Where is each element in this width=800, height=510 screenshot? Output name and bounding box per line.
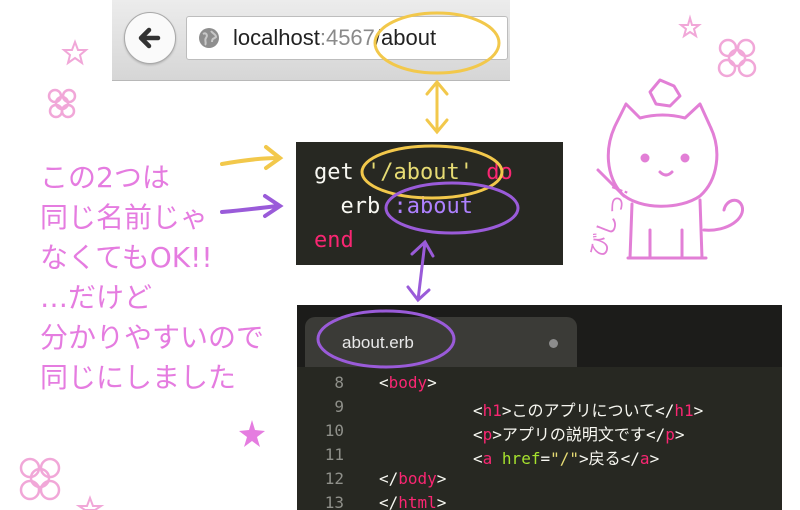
cat-doodle-icon <box>596 78 744 260</box>
purple-circle-tab <box>316 309 456 369</box>
yellow-circle-url <box>373 11 501 75</box>
yellow-arrow-right <box>220 145 284 170</box>
doodle-overlay: びしっ! <box>19 11 757 510</box>
flower-icon <box>717 38 757 78</box>
purple-double-arrow <box>406 239 435 303</box>
star-icon <box>75 495 105 510</box>
star-icon <box>239 420 265 447</box>
star-icon <box>61 39 89 66</box>
cat-caption: びしっ! <box>585 182 634 261</box>
purple-circle-symbol <box>384 181 520 235</box>
yellow-circle-code <box>360 144 504 200</box>
flower-icon <box>19 457 61 501</box>
yellow-double-arrow <box>425 79 449 135</box>
flower-icon <box>47 88 77 119</box>
star-icon <box>678 14 702 39</box>
purple-arrow-right <box>220 194 284 218</box>
